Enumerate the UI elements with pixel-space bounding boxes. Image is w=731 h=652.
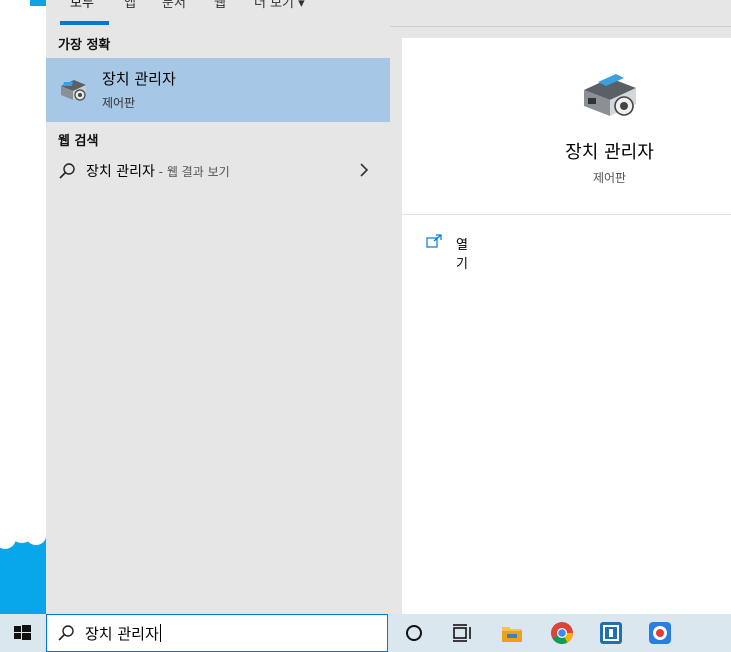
chrome-icon[interactable] — [550, 621, 574, 645]
tab-all[interactable]: 모두 — [70, 0, 94, 11]
open-action-label: 열기 — [456, 238, 468, 272]
best-match-subtitle: 제어판 — [102, 96, 136, 110]
detail-pane: 장치 관리자 제어판 열기 — [402, 38, 731, 614]
desktop-wallpaper-bottom — [0, 521, 46, 614]
tab-documents[interactable]: 문서 — [162, 0, 186, 11]
tab-apps[interactable]: 앱 — [124, 0, 136, 11]
web-search-heading: 웹 검색 — [58, 134, 99, 149]
web-search-label: 장치 관리자 - 웹 결과 보기 — [86, 161, 230, 181]
text-caret — [159, 624, 161, 642]
web-search-query: 장치 관리자 — [86, 164, 155, 180]
tab-web[interactable]: 웹 — [214, 0, 226, 11]
active-tab-indicator — [60, 21, 109, 25]
cortana-icon[interactable] — [402, 621, 426, 645]
best-match-result[interactable]: 장치 관리자 제어판 — [46, 58, 390, 122]
search-tabs: 모두 앱 문서 웹 더 보기 ▾ — [46, 0, 731, 27]
web-search-suffix: - 웹 결과 보기 — [154, 165, 230, 179]
best-match-title: 장치 관리자 — [102, 70, 176, 88]
search-panel: 모두 앱 문서 웹 더 보기 ▾ 가장 정확 장치 관리자 제어판 웹 검색 장… — [46, 0, 731, 614]
search-icon — [59, 163, 75, 179]
file-explorer-icon[interactable] — [500, 621, 524, 645]
start-button[interactable] — [0, 614, 46, 652]
taskbar-search-box[interactable]: 장치 관리자 — [46, 614, 388, 652]
detail-subtitle: 제어판 — [592, 171, 627, 185]
windows-logo-icon — [14, 625, 31, 640]
detail-header: 장치 관리자 제어판 — [402, 38, 731, 215]
web-search-result[interactable]: 장치 관리자 - 웹 결과 보기 — [46, 156, 390, 188]
device-manager-icon — [61, 80, 86, 101]
wallpaper-cloud — [26, 527, 46, 545]
tab-more[interactable]: 더 보기 ▾ — [254, 0, 305, 11]
results-list: 가장 정확 장치 관리자 제어판 웹 검색 장치 관리자 - 웹 결과 보기 — [46, 26, 390, 614]
best-match-heading: 가장 정확 — [58, 38, 111, 53]
device-manager-large-icon — [584, 74, 636, 116]
detail-title: 장치 관리자 — [565, 142, 654, 163]
search-input[interactable]: 장치 관리자 — [85, 623, 161, 644]
task-view-icon[interactable] — [450, 621, 474, 645]
search-input-value: 장치 관리자 — [85, 625, 159, 643]
chevron-right-icon[interactable] — [358, 162, 370, 178]
open-icon — [426, 234, 442, 248]
app-icon[interactable] — [599, 621, 623, 645]
search-icon — [58, 625, 74, 641]
desktop-background — [0, 0, 46, 614]
taskbar: 장치 관리자 — [0, 614, 731, 652]
recorder-icon[interactable] — [648, 621, 672, 645]
desktop-wallpaper-top — [30, 0, 46, 6]
